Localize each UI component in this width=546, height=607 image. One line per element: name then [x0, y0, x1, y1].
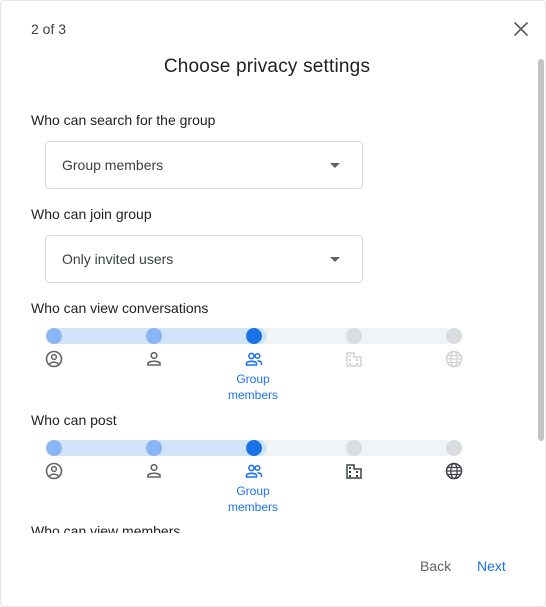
slider-stop-organization[interactable] — [346, 328, 362, 344]
search-setting-label: Who can search for the group — [31, 112, 216, 128]
owners-icon — [45, 462, 63, 480]
organization-icon — [346, 464, 362, 479]
slider-stop-public[interactable] — [446, 328, 462, 344]
public-web-icon — [445, 462, 463, 480]
slider-stop-owners[interactable] — [46, 328, 62, 344]
slider-selected-caption: Group members — [227, 372, 278, 402]
managers-icon — [147, 463, 161, 478]
managers-icon — [147, 351, 161, 366]
view-conversations-slider[interactable]: Group members — [41, 321, 467, 417]
slider-stop-group-members[interactable] — [246, 328, 262, 344]
dialog-title: Choose privacy settings — [163, 56, 371, 77]
close-button[interactable] — [509, 17, 533, 41]
slider-stop-managers[interactable] — [146, 440, 162, 456]
slider-stop-group-members[interactable] — [246, 440, 262, 456]
slider-stop-public[interactable] — [446, 440, 462, 456]
group-members-icon — [245, 464, 263, 478]
post-setting-label: Who can post — [31, 412, 117, 428]
join-setting-value: Only invited users — [62, 251, 174, 267]
dropdown-arrow-icon — [330, 257, 340, 262]
join-setting-label: Who can join group — [31, 206, 152, 222]
privacy-settings-dialog: 2 of 3 Choose privacy settings Who can s… — [0, 0, 546, 607]
slider-stop-owners[interactable] — [46, 440, 62, 456]
back-button[interactable]: Back — [420, 558, 451, 574]
owners-icon — [45, 350, 63, 368]
dropdown-arrow-icon — [330, 163, 340, 168]
view-members-label: Who can view members — [31, 523, 181, 533]
scrollbar-thumb[interactable] — [538, 59, 544, 441]
view-conversations-label: Who can view conversations — [31, 300, 209, 316]
public-web-icon — [445, 350, 463, 368]
search-setting-select[interactable]: Group members — [45, 141, 363, 189]
step-counter: 2 of 3 — [31, 21, 67, 37]
post-slider[interactable]: Group members — [41, 433, 467, 529]
slider-selected-caption: Group members — [227, 484, 278, 514]
organization-icon — [346, 352, 362, 367]
search-setting-value: Group members — [62, 157, 164, 173]
next-button[interactable]: Next — [477, 558, 506, 574]
join-setting-select[interactable]: Only invited users — [45, 235, 363, 283]
group-members-icon — [245, 352, 263, 366]
close-icon — [514, 22, 528, 36]
slider-stop-managers[interactable] — [146, 328, 162, 344]
slider-stop-organization[interactable] — [346, 440, 362, 456]
